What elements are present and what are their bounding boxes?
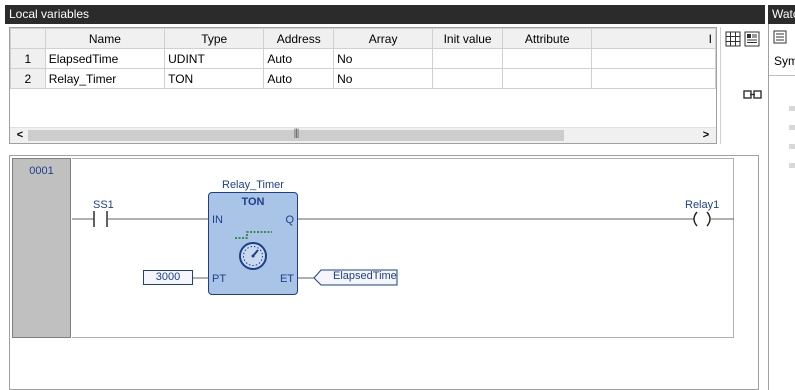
watch-tab-divider (769, 75, 795, 76)
variables-grid: Name Type Address Array Init value Attri… (10, 28, 716, 89)
column-header-name[interactable]: Name (44, 28, 166, 49)
et-variable[interactable]: ElapsedTime (333, 270, 397, 285)
pt-constant[interactable]: 3000 (143, 270, 193, 285)
variable-name-cell[interactable]: Relay_Timer (44, 68, 166, 89)
watch-panel-title: Watc (772, 7, 795, 21)
watch-row-markers (789, 106, 795, 168)
variable-name-cell[interactable]: ElapsedTime (44, 48, 166, 69)
horizontal-scrollbar[interactable]: < ||| > (10, 127, 716, 143)
fb-instance-name[interactable]: Relay_Timer (222, 179, 284, 191)
variable-address-cell[interactable]: Auto (263, 48, 335, 69)
variable-array-cell[interactable]: No (333, 68, 434, 89)
column-header-type[interactable]: Type (164, 28, 265, 49)
row-number[interactable]: 1 (10, 48, 46, 69)
coil-left-arc (693, 211, 698, 227)
local-variables-header: Local variables (5, 5, 765, 24)
text-view-icon[interactable] (744, 31, 760, 47)
local-variables-table: Name Type Address Array Init value Attri… (9, 27, 717, 144)
scrollbar-thumb[interactable]: ||| (28, 128, 564, 141)
row-number[interactable]: 2 (10, 68, 46, 89)
pin-et: ET (279, 273, 294, 285)
variable-init-cell[interactable] (432, 68, 503, 89)
column-header-address[interactable]: Address (263, 28, 335, 49)
variable-extra-cell[interactable] (591, 48, 716, 69)
column-header-attribute[interactable]: Attribute (501, 28, 593, 49)
pin-pt: PT (212, 273, 227, 285)
column-header-truncated[interactable]: I (591, 28, 716, 49)
column-header-array[interactable]: Array (333, 28, 434, 49)
variable-extra-cell[interactable] (591, 68, 716, 89)
watch-list-icon[interactable] (773, 30, 787, 44)
scroll-right-arrow[interactable]: > (698, 128, 714, 143)
scrollbar-grip: ||| (293, 128, 300, 139)
table-row[interactable]: 2 Relay_Timer TON Auto No (10, 68, 716, 89)
watch-panel: Sym (768, 24, 795, 390)
fb-type: TON (241, 196, 265, 208)
watch-symbol-tab[interactable]: Sym (774, 54, 795, 68)
link-icon[interactable] (743, 89, 763, 101)
pin-in: IN (212, 214, 223, 226)
column-header-init-value[interactable]: Init value (432, 28, 503, 49)
grid-view-icon[interactable] (725, 31, 741, 47)
pin-q: Q (285, 214, 294, 226)
table-header-row: Name Type Address Array Init value Attri… (10, 28, 716, 49)
timer-clock-icon (235, 231, 272, 270)
coil-label[interactable]: Relay1 (685, 199, 719, 211)
coil-right-arc (706, 211, 711, 227)
variable-init-cell[interactable] (432, 48, 503, 69)
timer-function-block[interactable]: TON IN Q PT ET (208, 192, 298, 295)
variable-type-cell[interactable]: TON (164, 68, 265, 89)
variable-address-cell[interactable]: Auto (263, 68, 335, 89)
watch-panel-header: Watc (768, 5, 795, 24)
local-variables-title: Local variables (9, 7, 90, 21)
variable-type-cell[interactable]: UDINT (164, 48, 265, 69)
ladder-editor[interactable]: 0001 SS1 Relay_Timer TON IN Q PT ET 3000… (9, 155, 759, 390)
table-row[interactable]: 1 ElapsedTime UDINT Auto No (10, 48, 716, 69)
contact-label[interactable]: SS1 (93, 199, 114, 211)
variable-array-cell[interactable]: No (333, 48, 434, 69)
variable-attribute-cell[interactable] (501, 68, 593, 89)
table-view-toolbar (720, 27, 765, 144)
column-header[interactable] (10, 28, 46, 49)
variable-attribute-cell[interactable] (501, 48, 593, 69)
scroll-left-arrow[interactable]: < (12, 128, 28, 143)
